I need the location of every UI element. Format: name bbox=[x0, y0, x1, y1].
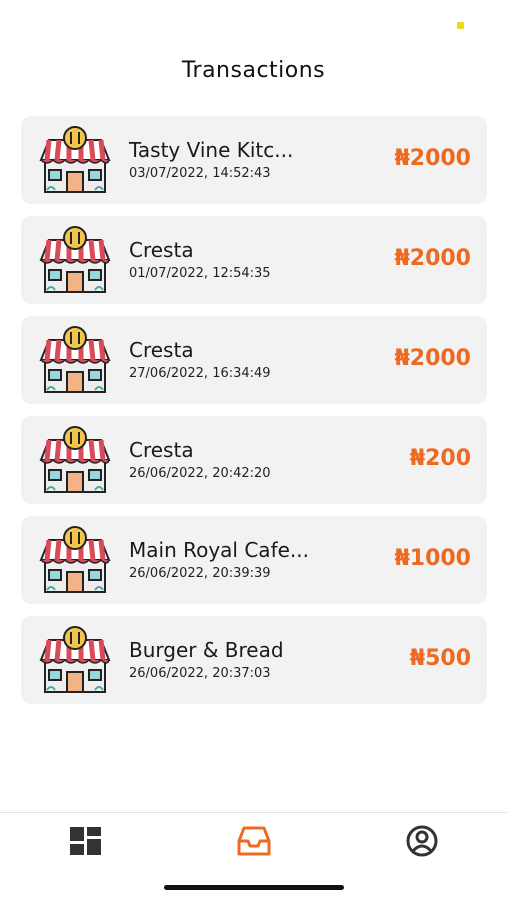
restaurant-store-icon bbox=[39, 626, 111, 693]
transaction-datetime: 26/06/2022, 20:39:39 bbox=[129, 566, 271, 581]
merchant-name: Burger & Bread bbox=[129, 638, 284, 662]
transaction-amount: ₦500 bbox=[409, 646, 471, 671]
restaurant-store-icon bbox=[39, 226, 111, 293]
merchant-name: Cresta bbox=[129, 338, 194, 362]
restaurant-store-icon bbox=[39, 526, 111, 593]
transaction-datetime: 26/06/2022, 20:37:03 bbox=[129, 666, 271, 681]
home-indicator bbox=[164, 885, 344, 890]
transaction-amount: ₦2000 bbox=[394, 246, 471, 271]
inbox-tray-icon[interactable] bbox=[236, 825, 272, 857]
transaction-datetime: 26/06/2022, 20:42:20 bbox=[129, 466, 271, 481]
merchant-name: Tasty Vine Kitc... bbox=[129, 138, 294, 162]
transaction-datetime: 01/07/2022, 12:54:35 bbox=[129, 266, 271, 281]
transaction-card[interactable]: Tasty Vine Kitc... 03/07/2022, 14:52:43 … bbox=[21, 116, 487, 204]
transaction-card[interactable]: Main Royal Cafe... 26/06/2022, 20:39:39 … bbox=[21, 516, 487, 604]
transaction-amount: ₦2000 bbox=[394, 146, 471, 171]
transaction-datetime: 03/07/2022, 14:52:43 bbox=[129, 166, 271, 181]
transaction-card[interactable]: Burger & Bread 26/06/2022, 20:37:03 ₦500 bbox=[21, 616, 487, 704]
merchant-name: Cresta bbox=[129, 238, 194, 262]
status-indicator-dot bbox=[457, 22, 464, 29]
transaction-card[interactable]: Cresta 01/07/2022, 12:54:35 ₦2000 bbox=[21, 216, 487, 304]
transaction-amount: ₦2000 bbox=[394, 346, 471, 371]
dashboard-grid-icon[interactable] bbox=[68, 825, 104, 857]
transaction-amount: ₦1000 bbox=[394, 546, 471, 571]
transaction-card[interactable]: Cresta 27/06/2022, 16:34:49 ₦2000 bbox=[21, 316, 487, 404]
restaurant-store-icon bbox=[39, 126, 111, 193]
bottom-tab-bar bbox=[0, 812, 507, 900]
transaction-datetime: 27/06/2022, 16:34:49 bbox=[129, 366, 271, 381]
merchant-name: Main Royal Cafe... bbox=[129, 538, 309, 562]
transactions-screen: Transactions Tasty Vine Kitc... 03/07/20… bbox=[0, 0, 507, 900]
transaction-amount: ₦200 bbox=[409, 446, 471, 471]
transaction-list[interactable]: Tasty Vine Kitc... 03/07/2022, 14:52:43 … bbox=[21, 116, 487, 716]
restaurant-store-icon bbox=[39, 326, 111, 393]
transaction-card[interactable]: Cresta 26/06/2022, 20:42:20 ₦200 bbox=[21, 416, 487, 504]
user-circle-icon[interactable] bbox=[404, 825, 440, 857]
restaurant-store-icon bbox=[39, 426, 111, 493]
page-title: Transactions bbox=[181, 58, 326, 83]
merchant-name: Cresta bbox=[129, 438, 194, 462]
